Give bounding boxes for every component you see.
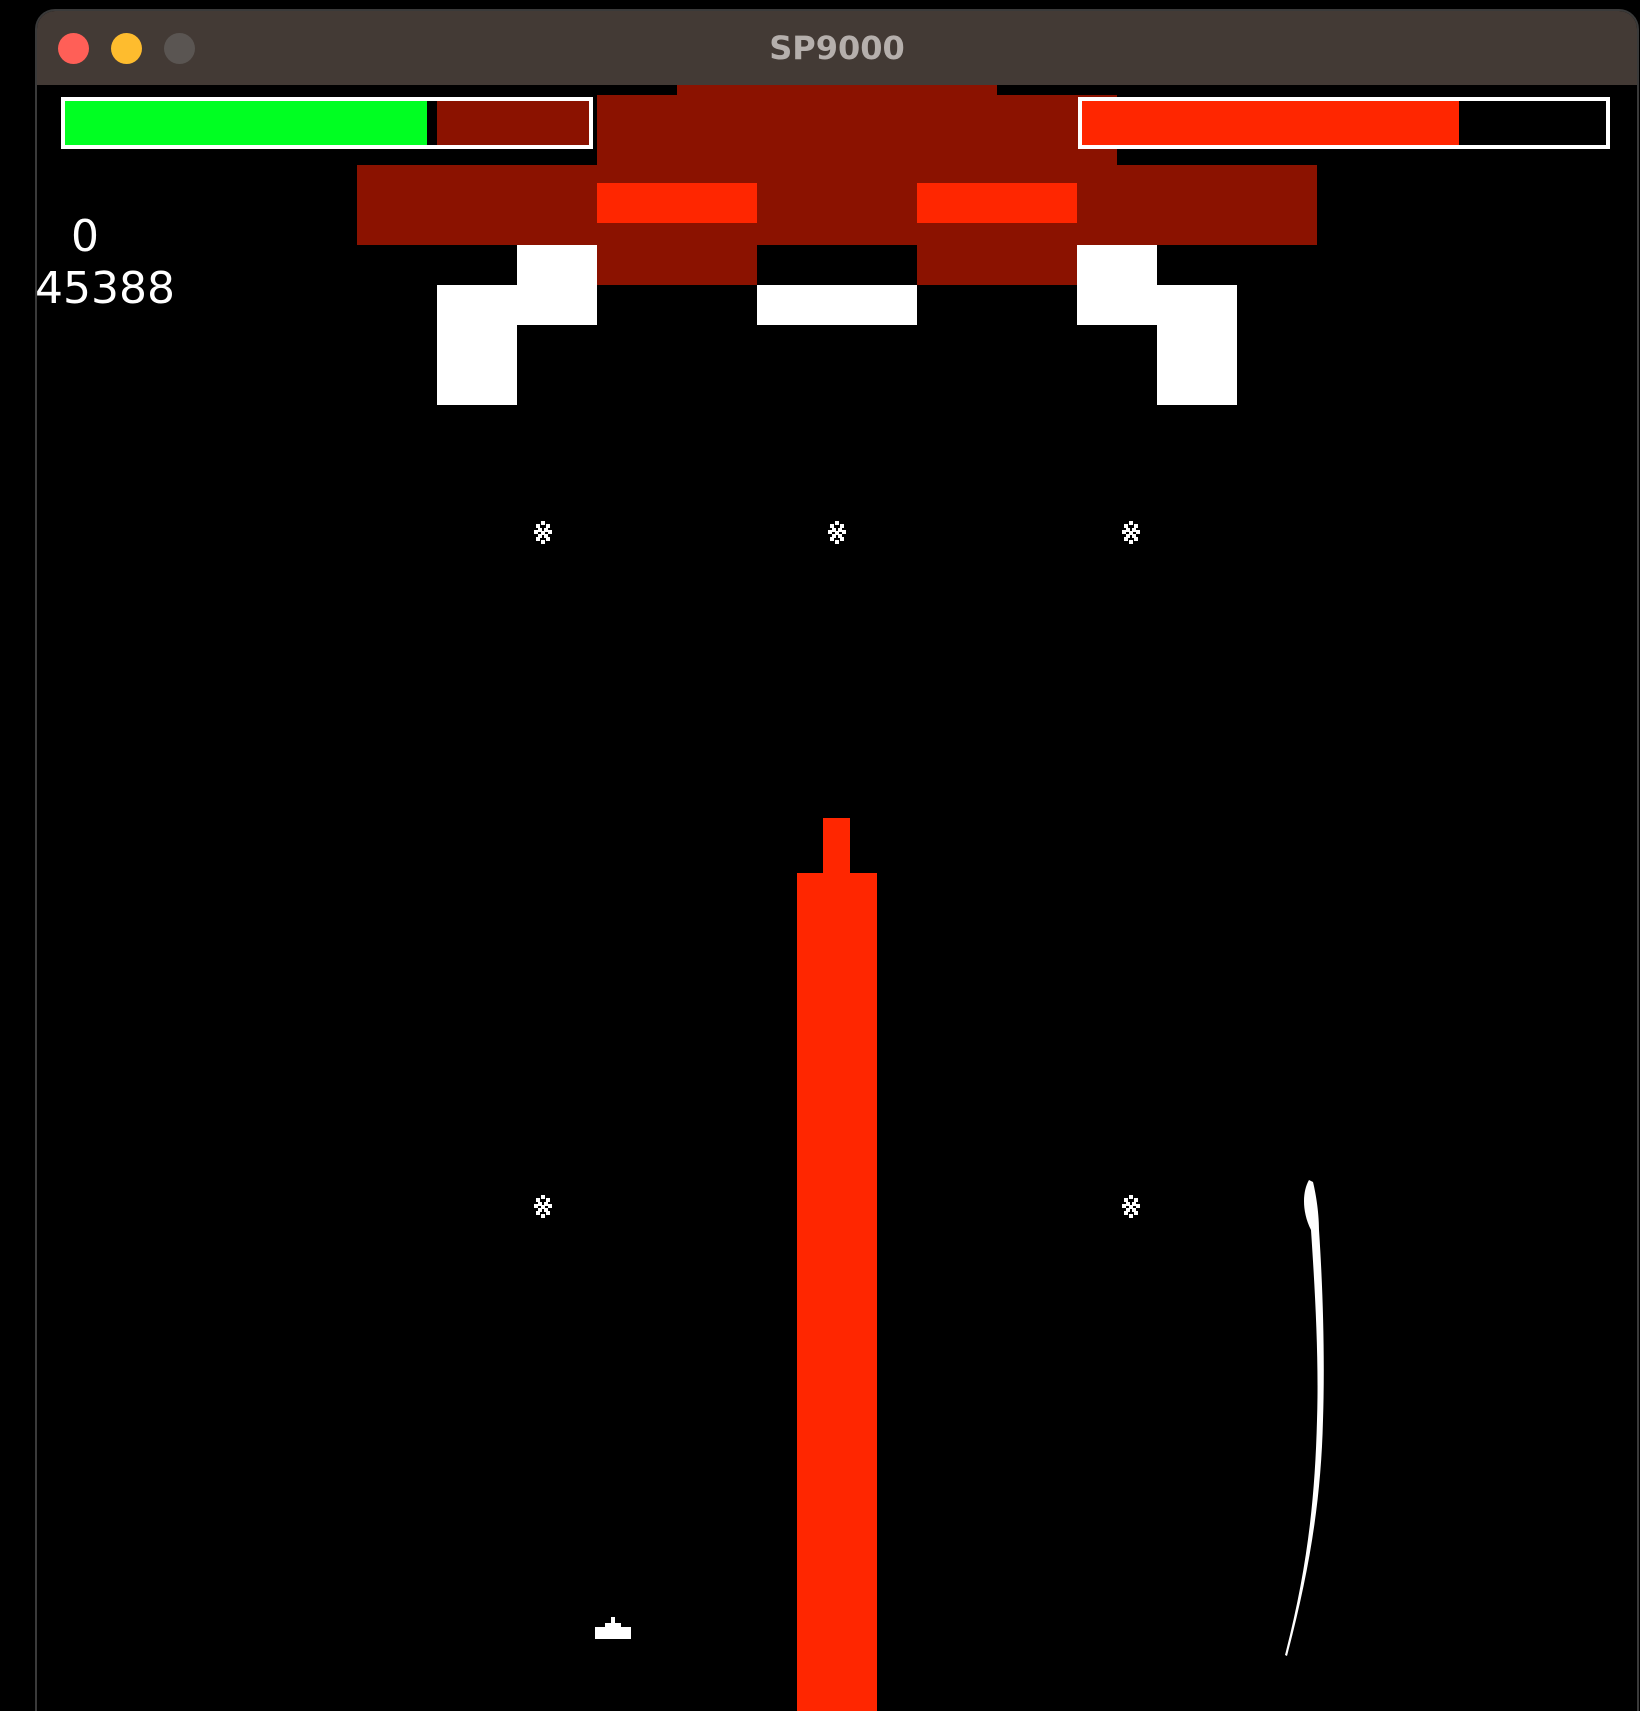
- laser-column: [797, 873, 877, 1711]
- boss-body-right-lower: [917, 245, 1077, 285]
- laser-tip: [823, 818, 850, 874]
- boss-eye-left: [597, 183, 757, 223]
- boss-leg-left-lower: [437, 285, 517, 405]
- player-ship: [595, 1617, 631, 1639]
- player-health-marker: [426, 101, 437, 145]
- game-window: SP9000 0 45388: [37, 11, 1637, 1711]
- score-top: 0: [71, 211, 99, 262]
- game-canvas[interactable]: 0 45388: [37, 85, 1637, 1711]
- boss-health-bar: [1078, 97, 1610, 149]
- boss-leg-right-upper: [1077, 245, 1157, 325]
- score-bottom: 45388: [37, 263, 175, 314]
- enemy-shot: [828, 521, 846, 544]
- enemy-shot: [534, 521, 552, 544]
- window-title: SP9000: [769, 29, 905, 67]
- boss-body-upper: [597, 95, 1117, 165]
- boss-body-main: [357, 165, 1317, 245]
- player-health-fill: [65, 101, 427, 145]
- player-health-bar: [61, 97, 593, 149]
- boss-leg-right-lower: [1157, 285, 1237, 405]
- enemy-shot: [1122, 521, 1140, 544]
- enemy-shot: [534, 1195, 552, 1218]
- enemy-shot: [1122, 1195, 1140, 1218]
- boss-body-left-lower: [597, 245, 757, 285]
- boss-mouth: [757, 285, 917, 325]
- title-bar[interactable]: SP9000: [37, 11, 1637, 86]
- boss-eye-right: [917, 183, 1077, 223]
- boss-health-fill: [1082, 101, 1460, 145]
- curved-projectile-trail: [1285, 1180, 1324, 1656]
- boss-leg-left-upper: [517, 245, 597, 325]
